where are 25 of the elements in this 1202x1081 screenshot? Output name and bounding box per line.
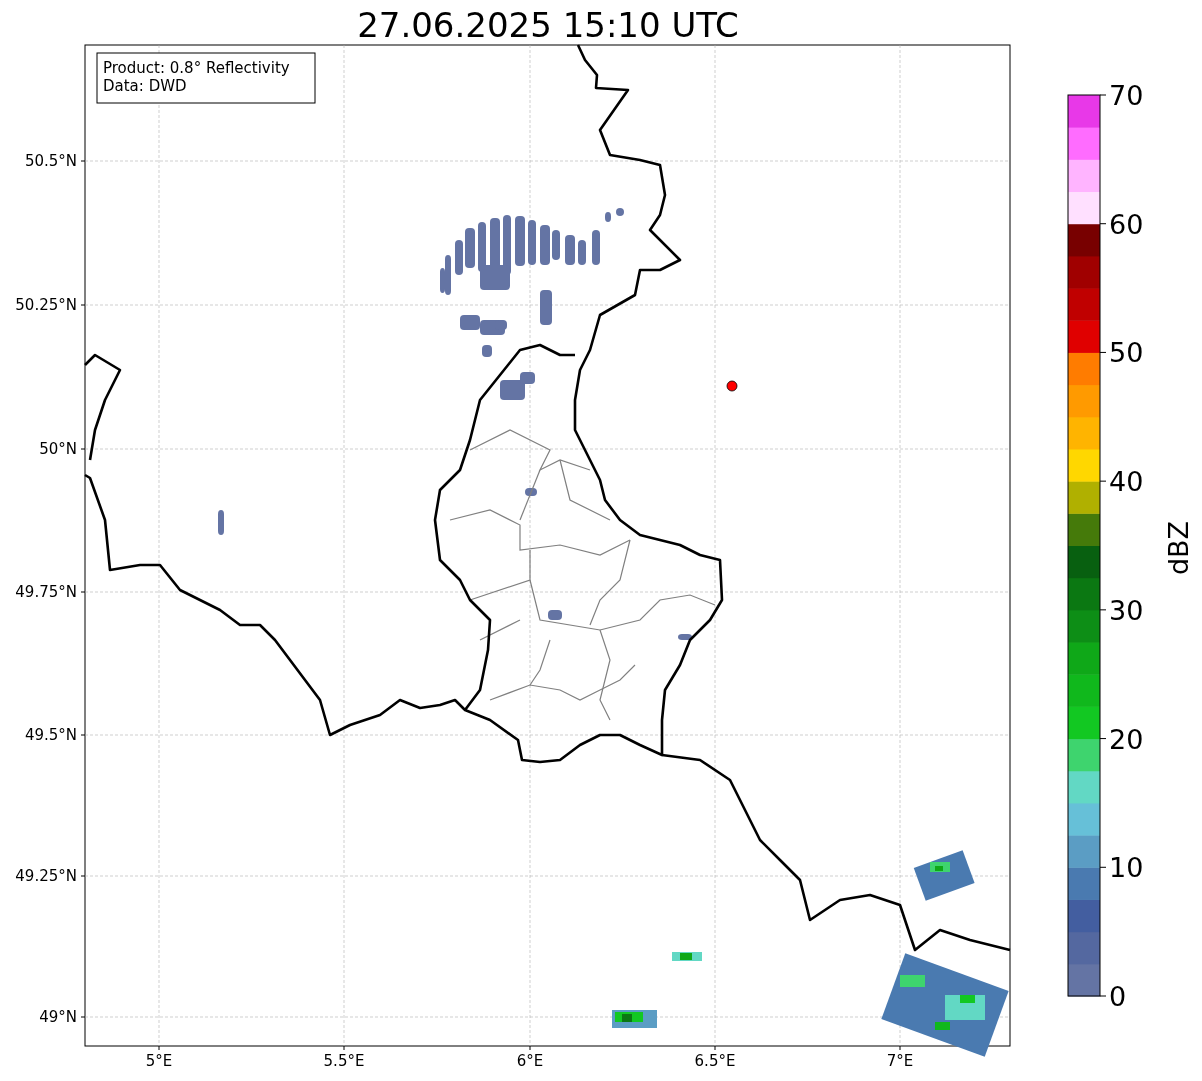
longitude-label: 7°E [886, 1052, 914, 1070]
latitude-label: 49.5°N [24, 726, 77, 744]
latitude-label: 49°N [39, 1008, 77, 1026]
colorbar-tick-label: 60 [1109, 208, 1144, 240]
longitude-label: 6°E [516, 1052, 544, 1070]
longitude-label: 6.5°E [694, 1052, 736, 1070]
colorbar-tick-label: 30 [1109, 594, 1144, 626]
colorbar-tick-label: 70 [1109, 80, 1144, 111]
radar-site-marker [726, 380, 738, 392]
colorbar-tick-label: 0 [1109, 981, 1127, 1012]
colorbar-tick-label: 10 [1109, 852, 1144, 884]
info-text: Product: 0.8° Reflectivity [103, 59, 290, 77]
figure-title: 27.06.2025 15:10 UTC [357, 5, 739, 45]
info-text: Data: DWD [103, 77, 187, 95]
latitude-label: 49.75°N [15, 583, 77, 601]
latitude-label: 50.25°N [15, 296, 77, 314]
longitude-label: 5.5°E [323, 1052, 365, 1070]
colorbar-tick-label: 40 [1109, 466, 1144, 498]
latitude-label: 50.5°N [24, 152, 77, 170]
longitude-label: 5°E [145, 1052, 173, 1070]
colorbar-tick-label: 50 [1109, 337, 1144, 369]
latitude-label: 49.25°N [15, 867, 77, 885]
latitude-label: 50°N [39, 440, 77, 458]
colorbar-tick-label: 20 [1109, 723, 1144, 755]
colorbar-label: dBZ [1163, 520, 1194, 576]
